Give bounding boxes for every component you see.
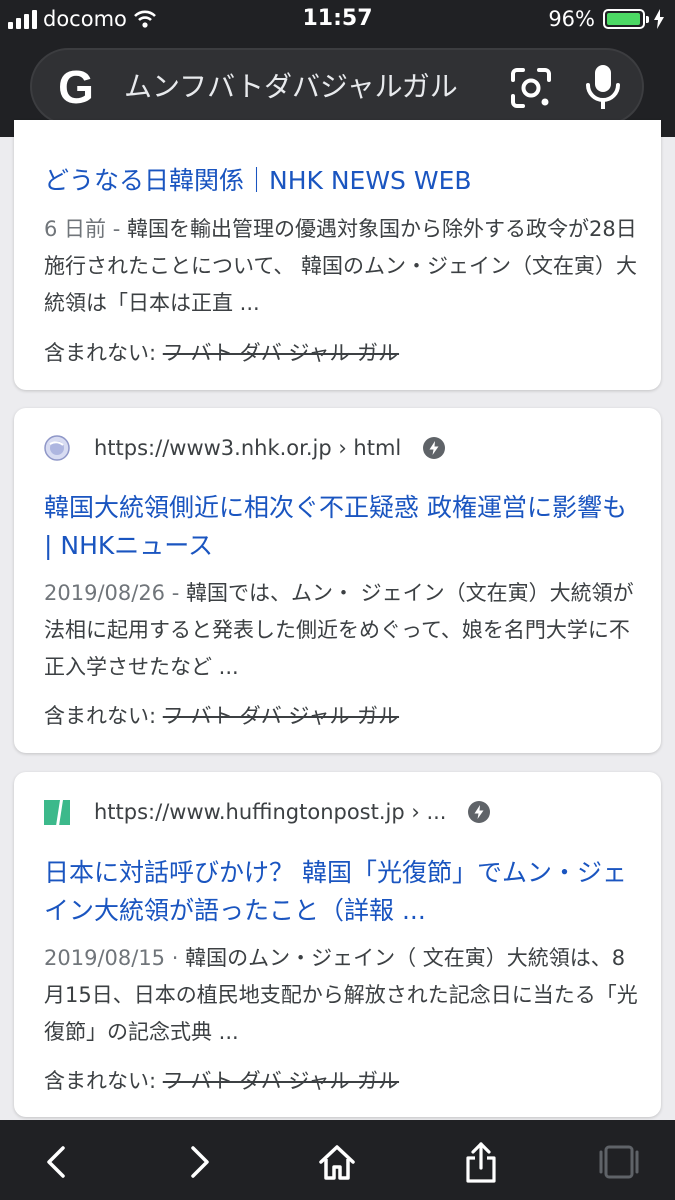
result-url-row[interactable]: https://www3.nhk.or.jp › html: [44, 432, 446, 464]
search-bar[interactable]: G ムンフバトダバジャルガル: [30, 48, 644, 125]
search-result-card: https://www3.nhk.or.jp › html 韓国大統領側近に相次…: [14, 408, 661, 753]
charging-bolt-icon: [654, 9, 664, 29]
missing-terms-struck: フ バト ダバ ジャル ガル: [162, 1069, 400, 1093]
google-logo-icon[interactable]: G: [52, 63, 100, 111]
battery-icon: [603, 9, 649, 29]
microphone-icon[interactable]: [584, 64, 622, 110]
chevron-right-icon[interactable]: [176, 1140, 220, 1184]
search-result-card: どうなる日韓関係｜NHK NEWS WEB 6 日前 - 韓国を輸出管理の優遇対…: [14, 120, 661, 390]
chevron-left-icon[interactable]: [36, 1140, 80, 1184]
result-snippet: 2019/08/26 - 韓国では、ムン・ ジェイン（文在寅）大統領が法相に起用…: [44, 575, 639, 686]
tabs-icon[interactable]: [597, 1140, 641, 1184]
globe-icon: [44, 435, 70, 461]
search-input[interactable]: ムンフバトダバジャルガル: [124, 66, 484, 108]
date-separator: -: [106, 217, 127, 241]
result-snippet: 6 日前 - 韓国を輸出管理の優遇対象国から除外する政令が28日施行されたことに…: [44, 211, 639, 322]
missing-terms-struck: フ バト ダバ ジャル ガル: [162, 704, 400, 728]
huffpost-icon: [44, 800, 70, 825]
status-bar: docomo 11:57 96%: [0, 0, 675, 38]
search-result-card: https://www.huffingtonpost.jp › ... 日本に対…: [14, 772, 661, 1117]
share-icon[interactable]: [459, 1140, 503, 1184]
result-url: https://www.huffingtonpost.jp › ...: [94, 800, 447, 824]
result-snippet: 2019/08/15 · 韓国のムン・ジェイン（ 文在寅）大統領は、8月15日、…: [44, 940, 639, 1051]
result-title-link[interactable]: 日本に対話呼びかけ？ 韓国「光復節」でムン・ジェイン大統領が語ったこと（詳報 .…: [44, 854, 634, 930]
missing-terms: 含まれない: フ バト ダバ ジャル ガル: [44, 1066, 399, 1096]
date-separator: ·: [165, 946, 186, 970]
amp-lightning-icon: [423, 437, 446, 459]
bottom-toolbar: [0, 1120, 675, 1200]
result-title-link[interactable]: 韓国大統領側近に相次ぐ不正疑惑 政権運営に影響も | NHKニュース: [44, 489, 634, 565]
date-separator: -: [165, 581, 186, 605]
result-url: https://www3.nhk.or.jp › html: [94, 436, 402, 460]
result-url-row[interactable]: https://www.huffingtonpost.jp › ...: [44, 796, 491, 828]
missing-terms: 含まれない: フ バト ダバ ジャル ガル: [44, 338, 399, 368]
result-date: 2019/08/26: [44, 581, 166, 605]
result-date: 2019/08/15: [44, 946, 166, 970]
google-lens-icon[interactable]: [510, 67, 552, 109]
missing-label: 含まれない:: [44, 704, 163, 728]
missing-label: 含まれない:: [44, 1069, 163, 1093]
result-title-link[interactable]: どうなる日韓関係｜NHK NEWS WEB: [44, 162, 634, 200]
missing-terms: 含まれない: フ バト ダバ ジャル ガル: [44, 701, 399, 731]
amp-lightning-icon: [468, 801, 491, 823]
battery-percent: 96%: [548, 7, 595, 31]
missing-terms-struck: フ バト ダバ ジャル ガル: [162, 341, 400, 365]
missing-label: 含まれない:: [44, 341, 163, 365]
result-date: 6 日前: [44, 217, 107, 241]
home-icon[interactable]: [315, 1140, 359, 1184]
snippet-text: 韓国を輸出管理の優遇対象国から除外する政令が28日施行されたことについて、 韓国…: [44, 217, 637, 315]
